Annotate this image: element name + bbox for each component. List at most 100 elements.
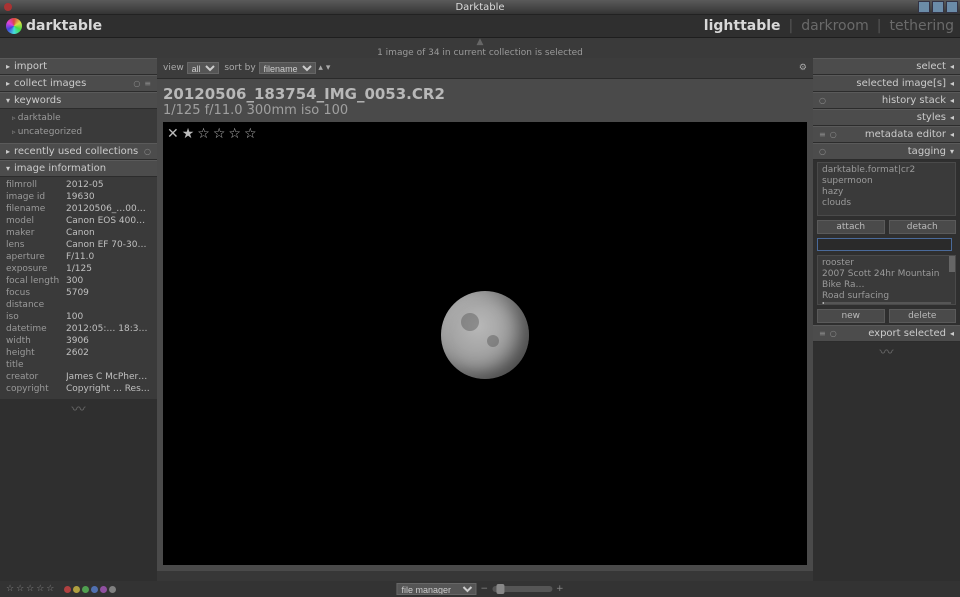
info-row: filename20120506_…0053.CR2 [6,203,151,215]
color-dot-green[interactable] [82,586,89,593]
star-4[interactable]: ☆ [228,126,241,142]
module-tagging[interactable]: ○tagging▾ [813,143,960,160]
sort-select[interactable]: filename [259,62,316,74]
info-label: focus distance [6,287,66,311]
window-min-button[interactable] [918,1,930,13]
module-metadata[interactable]: ≡○metadata editor◂ [813,126,960,143]
info-value: 2602 [66,347,151,359]
tag-suggestions-list[interactable]: rooster2007 Scott 24hr Mountain Bike Ra…… [817,255,956,305]
sidebar-end-ornament: 〰 [813,342,960,362]
image-preview-panel: 20120506_183754_IMG_0053.CR2 1/125 f/11.… [157,79,813,571]
info-value: 2012-05 [66,179,151,191]
info-row: modelCanon EOS 400D D… [6,215,151,227]
module-selected[interactable]: selected image[s]◂ [813,75,960,92]
module-label: select [916,61,946,72]
info-label: creator [6,371,66,383]
footer-bar: ☆☆☆☆☆ file manager − + [0,581,960,597]
info-value: Copyright … Reserved [66,383,151,395]
preset-icon[interactable]: ≡ [819,329,826,338]
zoom-out-icon[interactable]: − [480,584,488,594]
zoom-in-icon[interactable]: + [556,584,564,594]
suggestion-item[interactable]: 2007 Scott 24hr Mountain Bike Ra… [822,269,951,291]
attached-tag-item[interactable]: supermoon [822,176,951,187]
reset-icon[interactable]: ○ [830,130,837,139]
attached-tag-item[interactable]: darktable.format|cr2 [822,165,951,176]
imageinfo-body: filmroll2012-05image id19630filename2012… [0,177,157,399]
image-canvas[interactable]: ✕ ★ ☆ ☆ ☆ ☆ [163,122,807,565]
reset-icon[interactable]: ○ [830,329,837,338]
star-5[interactable]: ☆ [244,126,257,142]
new-tag-button[interactable]: new [817,309,885,323]
info-value: 20120506_…0053.CR2 [66,203,151,215]
module-collect[interactable]: ▸collect images○≡ [0,75,157,92]
info-label: filmroll [6,179,66,191]
info-value: 300 [66,275,151,287]
view-filter-select[interactable]: all [187,62,219,74]
color-dot-yellow[interactable] [73,586,80,593]
window-close-button[interactable] [946,1,958,13]
right-sidebar: select◂ selected image[s]◂ ○history stac… [813,58,960,581]
info-value: James C McPherson [66,371,151,383]
attached-tag-item[interactable]: clouds [822,198,951,209]
module-import[interactable]: ▸import [0,58,157,75]
top-panel-toggle[interactable]: ▲ [0,38,960,46]
info-label: aperture [6,251,66,263]
color-dot-blue[interactable] [91,586,98,593]
layout-mode-select[interactable]: file manager [396,583,476,595]
module-styles[interactable]: styles◂ [813,109,960,126]
color-dot-red[interactable] [64,586,71,593]
suggestion-item[interactable]: rooster [822,258,951,269]
preset-icon[interactable]: ≡ [819,130,826,139]
module-history[interactable]: ○history stack◂ [813,92,960,109]
window-close-dot[interactable] [4,3,12,11]
star-2[interactable]: ☆ [197,126,210,142]
scrollbar-thumb[interactable] [949,256,955,272]
info-row: width3906 [6,335,151,347]
zoom-slider[interactable] [492,586,552,592]
view-tethering[interactable]: tethering [890,18,954,34]
star-3[interactable]: ☆ [213,126,226,142]
reset-icon[interactable]: ○ [133,79,140,88]
attach-button[interactable]: attach [817,220,885,234]
sort-label: sort by [224,63,255,73]
star-1[interactable]: ★ [182,126,195,142]
info-row: iso100 [6,311,151,323]
module-recent[interactable]: ▸recently used collections○ [0,143,157,160]
view-darkroom[interactable]: darkroom [801,18,869,34]
suggestion-item[interactable]: Road surfacing [822,291,951,302]
keyword-item[interactable]: uncategorized [6,125,151,139]
preset-icon[interactable]: ≡ [144,79,151,88]
detach-button[interactable]: detach [889,220,957,234]
color-dot-purple[interactable] [100,586,107,593]
keyword-item[interactable]: darktable [6,111,151,125]
info-value: 3906 [66,335,151,347]
center-area: view all sort by filename ▴ ▾ ⚙ 20120506… [157,58,813,581]
color-label-dots [64,586,116,593]
reset-icon[interactable]: ○ [144,147,151,156]
module-imageinfo[interactable]: ▾image information [0,160,157,177]
sort-desc-icon[interactable]: ▾ [326,63,331,73]
reject-icon[interactable]: ✕ [167,126,179,142]
delete-tag-button[interactable]: delete [889,309,957,323]
reset-icon[interactable]: ○ [819,147,826,156]
info-value: 19630 [66,191,151,203]
window-max-button[interactable] [932,1,944,13]
attached-tags-list[interactable]: darktable.format|cr2supermoonhazyclouds [817,162,956,216]
footer-rating[interactable]: ☆☆☆☆☆ [6,584,56,594]
attached-tag-item[interactable]: hazy [822,187,951,198]
sort-asc-icon[interactable]: ▴ [318,63,323,73]
module-label: image information [14,163,106,174]
info-label: exposure [6,263,66,275]
module-export[interactable]: ≡○export selected◂ [813,325,960,342]
tag-entry-input[interactable] [817,238,952,251]
info-label: lens [6,239,66,251]
prefs-gear-icon[interactable]: ⚙ [799,63,807,73]
view-lighttable[interactable]: lighttable [704,18,781,34]
info-value [66,359,151,371]
info-value: F/11.0 [66,251,151,263]
color-dot-grey[interactable] [109,586,116,593]
suggestion-item[interactable]: hazy [822,302,951,305]
module-select[interactable]: select◂ [813,58,960,75]
module-keywords[interactable]: ▾keywords [0,92,157,109]
reset-icon[interactable]: ○ [819,96,826,105]
